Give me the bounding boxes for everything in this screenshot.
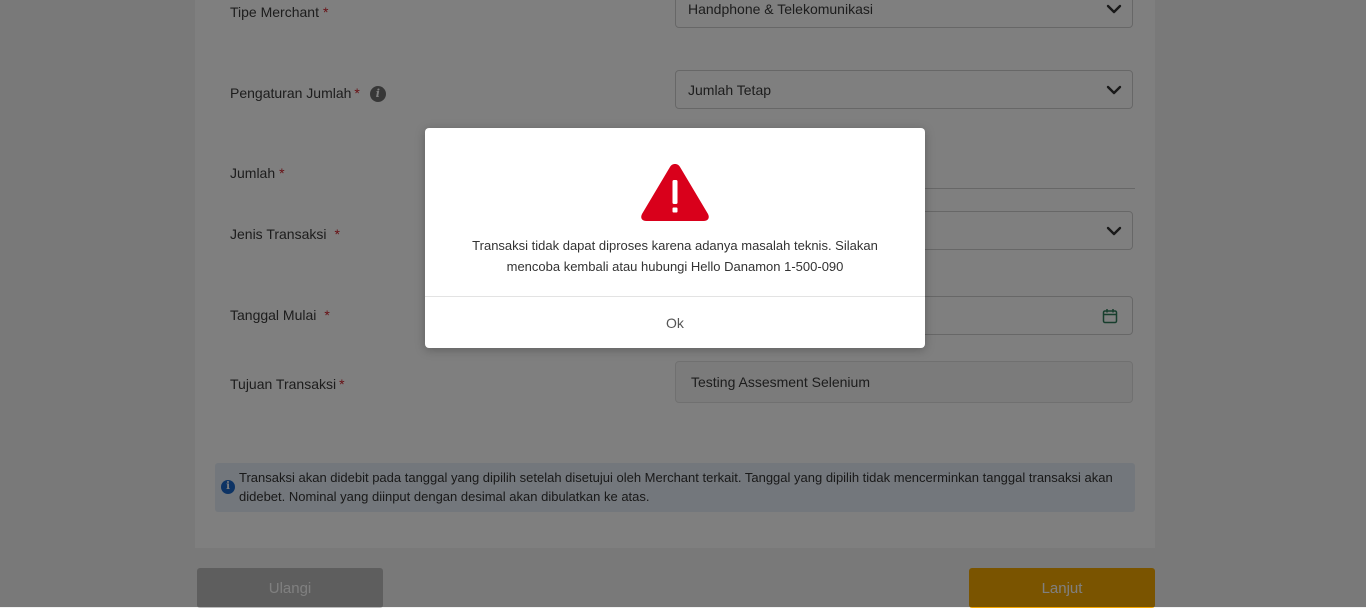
- warning-icon: [641, 164, 709, 221]
- error-message: Transaksi tidak dapat diproses karena ad…: [472, 238, 878, 274]
- error-dialog: Transaksi tidak dapat diproses karena ad…: [425, 128, 925, 348]
- ok-button[interactable]: Ok: [425, 297, 925, 348]
